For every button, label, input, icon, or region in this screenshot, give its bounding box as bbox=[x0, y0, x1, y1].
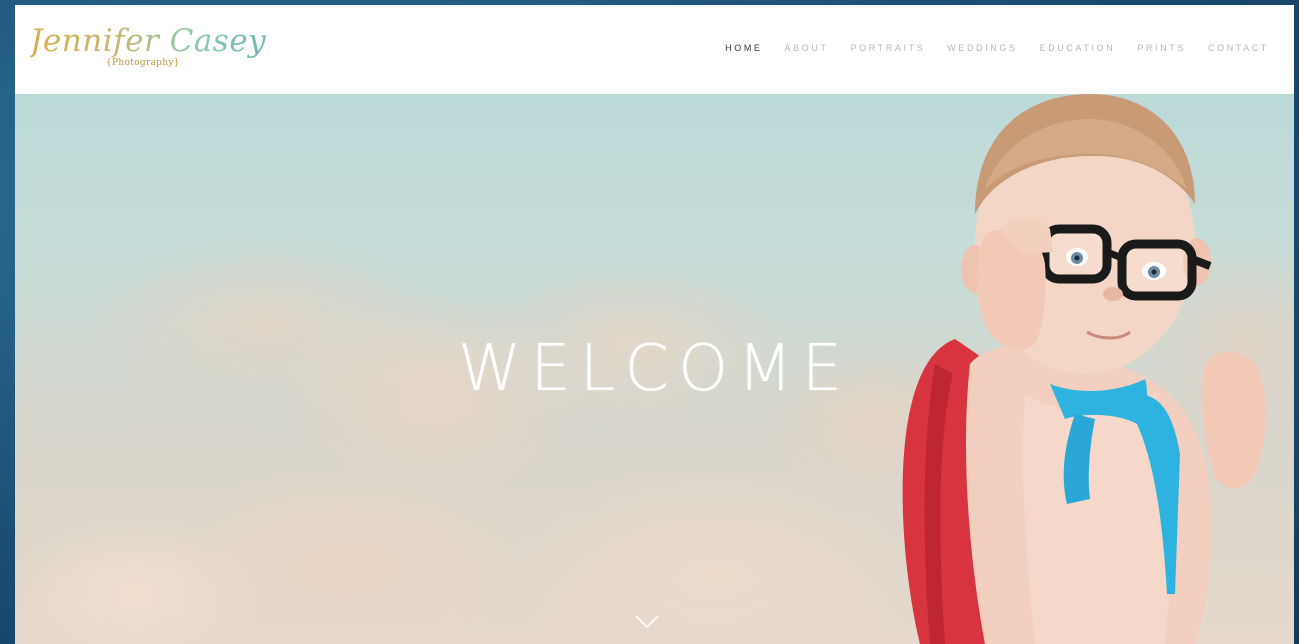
nav-education[interactable]: EDUCATION bbox=[1040, 43, 1116, 53]
chevron-down-icon[interactable] bbox=[635, 615, 659, 629]
logo-text: Jennifer Casey bbox=[30, 23, 267, 59]
nav-home[interactable]: HOME bbox=[725, 43, 762, 53]
hero-banner: WELCOME bbox=[15, 94, 1294, 644]
main-nav: HOME ABOUT PORTRAITS WEDDINGS EDUCATION … bbox=[703, 43, 1269, 53]
nav-contact[interactable]: CONTACT bbox=[1208, 43, 1269, 53]
nav-weddings[interactable]: WEDDINGS bbox=[947, 43, 1017, 53]
nav-prints[interactable]: PRINTS bbox=[1137, 43, 1186, 53]
site-header: Jennifer Casey {Photography} HOME ABOUT … bbox=[15, 5, 1294, 94]
logo-subtext: {Photography} bbox=[106, 58, 180, 68]
nav-portraits[interactable]: PORTRAITS bbox=[851, 43, 926, 53]
site-logo[interactable]: Jennifer Casey {Photography} bbox=[30, 23, 266, 75]
hero-heading: WELCOME bbox=[457, 332, 852, 406]
nav-about[interactable]: ABOUT bbox=[785, 43, 829, 53]
browser-viewport: Jennifer Casey {Photography} HOME ABOUT … bbox=[15, 5, 1294, 644]
